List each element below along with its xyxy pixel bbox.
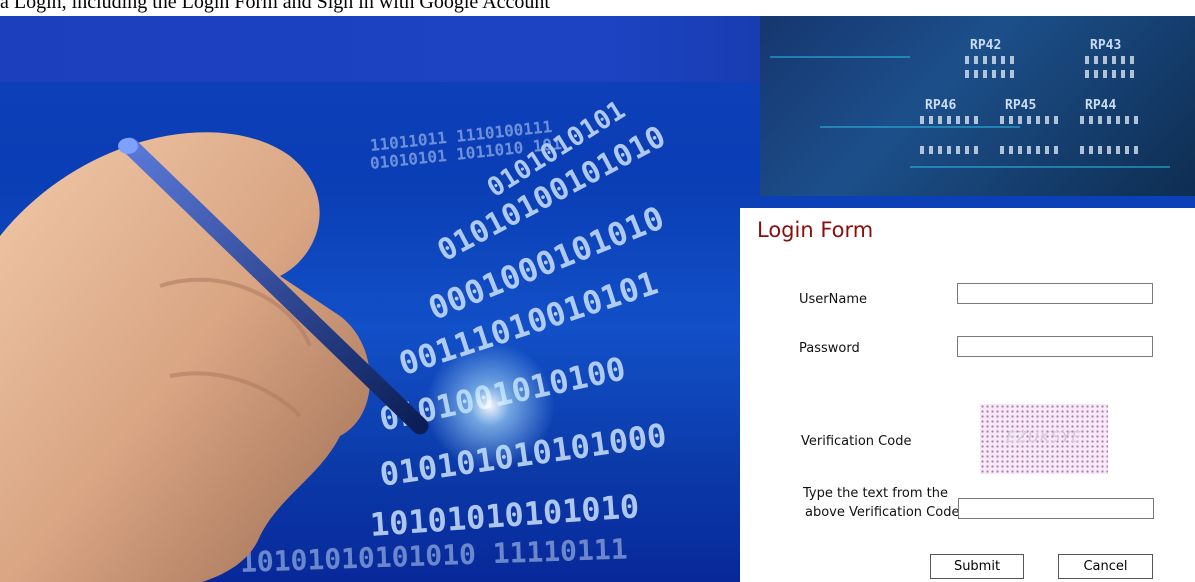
form-title: Login Form — [757, 218, 874, 242]
captcha-image: EZUKSYE — [980, 404, 1108, 474]
circuit-label: RP42 — [970, 38, 1002, 53]
pen-light-glow — [420, 336, 560, 476]
captcha-input[interactable] — [958, 498, 1154, 519]
hand-with-pen-image — [0, 132, 429, 582]
submit-button[interactable]: Submit — [930, 554, 1024, 579]
login-form-panel: Login Form UserName Password Verificatio… — [740, 208, 1195, 582]
captcha-input-label-line1: Type the text from the — [803, 486, 948, 501]
captcha-input-label-line2: above Verification Code — [805, 505, 960, 520]
circuit-label: RP46 — [925, 98, 957, 113]
password-label: Password — [799, 341, 860, 356]
password-input[interactable] — [957, 336, 1153, 357]
captcha-text: EZUKSYE — [1006, 428, 1082, 446]
caption-strip: a Login, including the Login Form and Si… — [0, 0, 1195, 16]
circuit-board-image: RP42 RP43 RP46 RP45 RP44 — [760, 16, 1195, 196]
cancel-button[interactable]: Cancel — [1058, 554, 1153, 579]
circuit-label: RP43 — [1090, 38, 1122, 53]
username-label: UserName — [799, 292, 867, 307]
username-input[interactable] — [957, 283, 1153, 304]
caption-text: a Login, including the Login Form and Si… — [0, 0, 550, 13]
circuit-label: RP45 — [1005, 98, 1037, 113]
hero-banner: RP42 RP43 RP46 RP45 RP44 11011011 111010… — [0, 16, 1195, 582]
verification-code-label: Verification Code — [801, 434, 912, 449]
circuit-label: RP44 — [1085, 98, 1117, 113]
